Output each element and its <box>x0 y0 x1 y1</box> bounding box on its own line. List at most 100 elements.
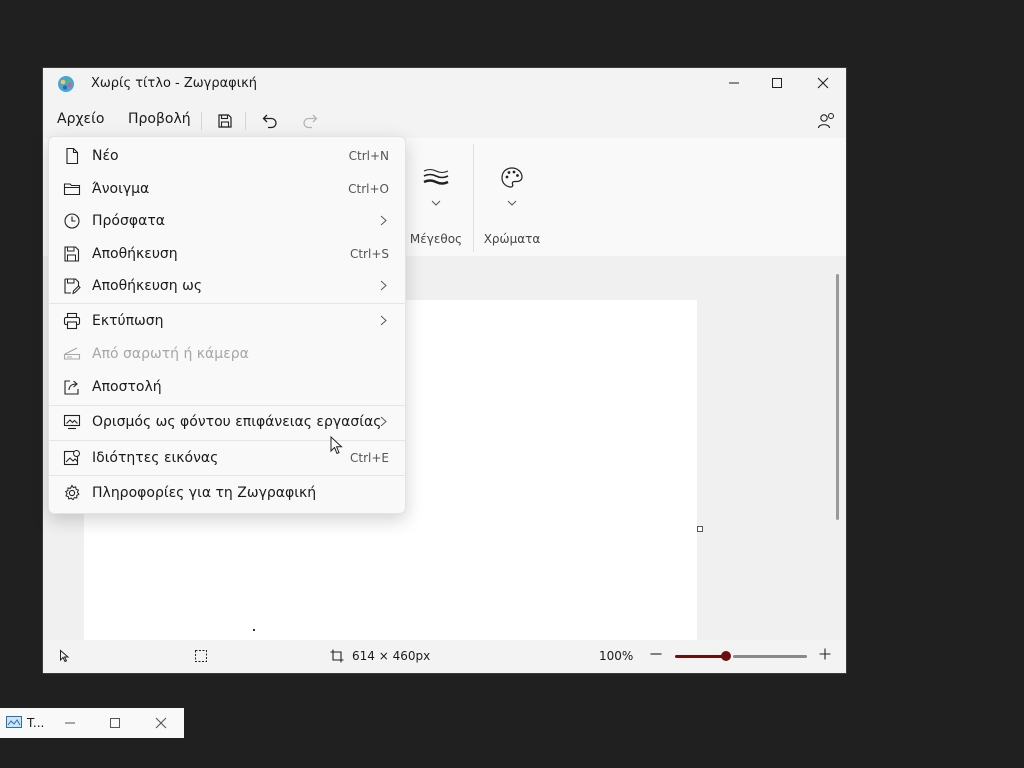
menu-separator <box>49 440 405 441</box>
file-menu: Νέο Ctrl+N Άνοιγμα Ctrl+O Πρόσφατα Αποθή… <box>48 136 406 514</box>
maximize-icon[interactable] <box>109 717 121 729</box>
zoom-level-text: 100% <box>599 649 634 663</box>
menu-item-label: Νέο <box>92 148 119 164</box>
colors-label: Χρώματα <box>483 232 541 246</box>
undo-icon <box>262 114 277 129</box>
quick-save-button[interactable] <box>212 108 238 134</box>
selection-size <box>194 649 208 663</box>
menu-item-shortcut: Ctrl+N <box>348 149 389 163</box>
menu-separator <box>49 303 405 304</box>
selection-icon <box>195 650 207 662</box>
zoom-slider-thumb[interactable] <box>721 651 731 661</box>
menu-item-print[interactable]: Εκτύπωση <box>53 306 401 336</box>
redo-icon <box>303 114 318 129</box>
menu-item-label: Άνοιγμα <box>92 181 150 197</box>
size-label: Μέγεθος <box>409 232 463 246</box>
maximize-icon <box>772 78 782 88</box>
canvas-size: 614 × 460px <box>330 649 430 663</box>
menu-item-shortcut: Ctrl+S <box>349 247 389 261</box>
chevron-right-icon <box>380 280 387 291</box>
chevron-down-icon <box>507 200 517 206</box>
new-file-icon <box>66 147 79 165</box>
menu-item-label: Ορισμός ως φόντου επιφάνειας εργασίας <box>92 414 382 430</box>
close-icon[interactable] <box>155 717 167 729</box>
redo-button[interactable] <box>297 108 323 134</box>
menu-item-image-properties[interactable]: Ιδιότητες εικόνας Ctrl+E <box>53 443 401 473</box>
mouse-cursor <box>330 436 344 456</box>
menubar-divider <box>245 112 246 130</box>
vertical-scrollbar[interactable] <box>836 274 839 520</box>
menu-item-label: Πληροφορίες για τη Ζωγραφική <box>92 485 317 501</box>
gear-icon <box>64 484 80 501</box>
menu-item-label: Πρόσφατα <box>92 213 165 229</box>
scanner-icon <box>63 347 81 360</box>
menu-item-label: Αποθήκευση ως <box>92 278 203 294</box>
colors-group[interactable]: Χρώματα <box>479 138 545 256</box>
chevron-right-icon <box>380 315 387 326</box>
status-bar: 614 × 460px 100% <box>43 640 846 673</box>
file-menu-tab[interactable]: Αρχείο <box>57 111 104 127</box>
menu-item-recent[interactable]: Πρόσφατα <box>53 206 401 236</box>
menu-item-shortcut: Ctrl+O <box>348 182 389 196</box>
pointer-icon <box>60 649 70 663</box>
cursor-arrow-icon <box>330 436 343 455</box>
canvas-dot <box>253 629 255 631</box>
menu-item-scanner: Από σαρωτή ή κάμερα <box>53 339 401 369</box>
window-title: Χωρίς τίτλο - Ζωγραφική <box>91 76 258 91</box>
menu-separator <box>49 475 405 476</box>
title-bar[interactable]: Χωρίς τίτλο - Ζωγραφική <box>43 68 846 100</box>
image-app-icon <box>6 716 22 728</box>
zoom-in-button[interactable] <box>818 647 832 661</box>
close-button[interactable] <box>800 68 846 98</box>
size-group[interactable]: Μέγεθος <box>405 138 467 256</box>
menu-item-save[interactable]: Αποθήκευση Ctrl+S <box>53 239 401 269</box>
chevron-right-icon <box>380 416 387 427</box>
maximize-button[interactable] <box>754 68 800 98</box>
menu-item-send[interactable]: Αποστολή <box>53 372 401 402</box>
brush-size-icon <box>423 169 449 185</box>
menu-item-label: Ιδιότητες εικόνας <box>92 450 219 466</box>
view-menu-tab[interactable]: Προβολή <box>128 111 191 127</box>
account-button[interactable] <box>813 108 839 134</box>
menu-item-set-desktop-background[interactable]: Ορισμός ως φόντου επιφάνειας εργασίας <box>53 407 401 437</box>
ribbon-divider <box>473 144 474 252</box>
minimize-icon <box>729 82 739 84</box>
menu-item-new[interactable]: Νέο Ctrl+N <box>53 141 401 171</box>
canvas-resize-handle[interactable] <box>697 526 703 532</box>
close-icon <box>817 77 829 89</box>
menu-item-open[interactable]: Άνοιγμα Ctrl+O <box>53 174 401 204</box>
paint-app-icon <box>57 75 75 93</box>
zoom-slider[interactable] <box>675 648 807 664</box>
plus-icon <box>819 648 831 660</box>
menubar-divider <box>201 112 202 130</box>
menu-bar: Αρχείο Προβολή <box>43 102 846 138</box>
palette-icon <box>501 167 523 188</box>
menu-item-label: Από σαρωτή ή κάμερα <box>92 346 249 362</box>
minimized-window[interactable]: T... <box>0 708 184 738</box>
canvas-size-icon <box>330 649 344 663</box>
menu-item-label: Εκτύπωση <box>92 313 164 329</box>
zoom-level[interactable]: 100% <box>599 649 633 663</box>
menu-item-save-as[interactable]: Αποθήκευση ως <box>53 271 401 301</box>
zoom-out-button[interactable] <box>649 647 663 661</box>
printer-icon <box>63 312 81 330</box>
minimized-window-title: T... <box>27 716 45 730</box>
minimize-icon[interactable] <box>64 717 76 729</box>
save-as-icon <box>64 278 81 295</box>
zoom-slider-track <box>733 655 807 658</box>
desktop-background-icon <box>63 414 81 430</box>
image-properties-icon <box>63 450 80 466</box>
undo-button[interactable] <box>257 108 283 134</box>
menu-item-shortcut: Ctrl+E <box>350 451 389 465</box>
clock-icon <box>64 213 80 229</box>
minus-icon <box>650 653 662 655</box>
pointer-position <box>59 649 71 663</box>
save-icon <box>218 114 232 128</box>
chevron-down-icon <box>431 200 441 206</box>
menu-item-about[interactable]: Πληροφορίες για τη Ζωγραφική <box>53 478 401 508</box>
zoom-slider-fill <box>675 655 723 658</box>
save-icon <box>64 246 80 262</box>
minimize-button[interactable] <box>711 68 757 98</box>
menu-separator <box>49 405 405 406</box>
canvas-size-text: 614 × 460px <box>352 649 431 663</box>
